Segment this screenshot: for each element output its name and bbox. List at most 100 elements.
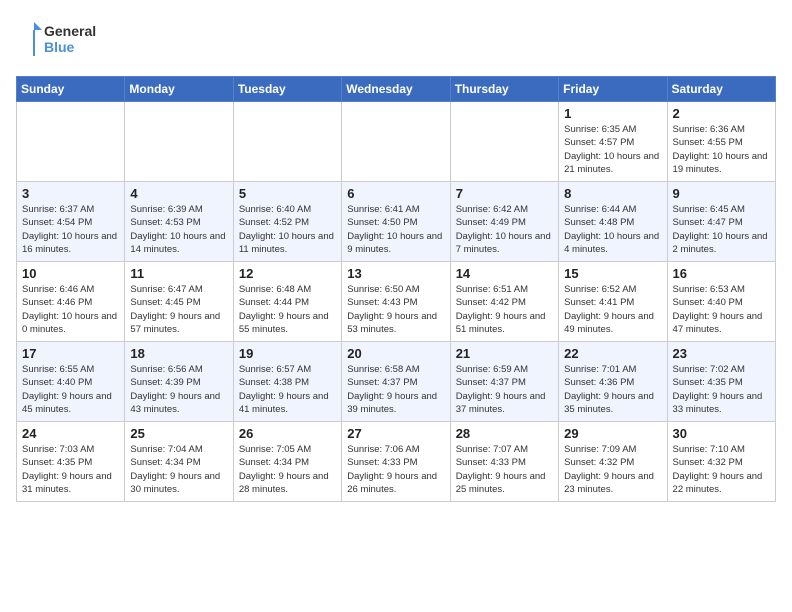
day-info: Sunrise: 6:56 AM Sunset: 4:39 PM Dayligh…	[130, 363, 227, 416]
weekday-header-cell: Tuesday	[233, 77, 341, 102]
day-info: Sunrise: 7:02 AM Sunset: 4:35 PM Dayligh…	[673, 363, 770, 416]
day-number: 30	[673, 426, 770, 441]
day-info: Sunrise: 6:40 AM Sunset: 4:52 PM Dayligh…	[239, 203, 336, 256]
weekday-header-cell: Sunday	[17, 77, 125, 102]
weekday-header-row: SundayMondayTuesdayWednesdayThursdayFrid…	[17, 77, 776, 102]
day-number: 3	[22, 186, 119, 201]
calendar-day-cell: 26 Sunrise: 7:05 AM Sunset: 4:34 PM Dayli…	[233, 422, 341, 502]
calendar-day-cell: 12 Sunrise: 6:48 AM Sunset: 4:44 PM Dayli…	[233, 262, 341, 342]
calendar-day-cell	[17, 102, 125, 182]
day-number: 17	[22, 346, 119, 361]
day-info: Sunrise: 6:39 AM Sunset: 4:53 PM Dayligh…	[130, 203, 227, 256]
day-number: 7	[456, 186, 553, 201]
day-number: 28	[456, 426, 553, 441]
calendar-day-cell: 15Sunrise: 6:52 AM Sunset: 4:41 PM Dayli…	[559, 262, 667, 342]
day-info: Sunrise: 6:48 AM Sunset: 4:44 PM Dayligh…	[239, 283, 336, 336]
calendar-week-row: 10Sunrise: 6:46 AM Sunset: 4:46 PM Dayli…	[17, 262, 776, 342]
day-number: 13	[347, 266, 444, 281]
day-number: 12	[239, 266, 336, 281]
calendar-day-cell: 18Sunrise: 6:56 AM Sunset: 4:39 PM Dayli…	[125, 342, 233, 422]
weekday-header-cell: Thursday	[450, 77, 558, 102]
day-info: Sunrise: 6:47 AM Sunset: 4:45 PM Dayligh…	[130, 283, 227, 336]
day-number: 10	[22, 266, 119, 281]
calendar-day-cell: 10Sunrise: 6:46 AM Sunset: 4:46 PM Dayli…	[17, 262, 125, 342]
day-info: Sunrise: 7:10 AM Sunset: 4:32 PM Dayligh…	[673, 443, 770, 496]
day-info: Sunrise: 6:57 AM Sunset: 4:38 PM Dayligh…	[239, 363, 336, 416]
day-number: 14	[456, 266, 553, 281]
day-number: 5	[239, 186, 336, 201]
calendar-day-cell: 7 Sunrise: 6:42 AM Sunset: 4:49 PM Daylig…	[450, 182, 558, 262]
weekday-header-cell: Wednesday	[342, 77, 450, 102]
day-info: Sunrise: 7:05 AM Sunset: 4:34 PM Dayligh…	[239, 443, 336, 496]
calendar-day-cell	[450, 102, 558, 182]
day-number: 20	[347, 346, 444, 361]
calendar-day-cell: 21 Sunrise: 6:59 AM Sunset: 4:37 PM Dayli…	[450, 342, 558, 422]
day-number: 22	[564, 346, 661, 361]
calendar-day-cell: 25Sunrise: 7:04 AM Sunset: 4:34 PM Dayli…	[125, 422, 233, 502]
day-info: Sunrise: 6:58 AM Sunset: 4:37 PM Dayligh…	[347, 363, 444, 416]
day-info: Sunrise: 7:03 AM Sunset: 4:35 PM Dayligh…	[22, 443, 119, 496]
calendar-day-cell: 20 Sunrise: 6:58 AM Sunset: 4:37 PM Dayli…	[342, 342, 450, 422]
calendar-table: SundayMondayTuesdayWednesdayThursdayFrid…	[16, 76, 776, 502]
calendar-day-cell: 6 Sunrise: 6:41 AM Sunset: 4:50 PM Daylig…	[342, 182, 450, 262]
calendar-day-cell: 27 Sunrise: 7:06 AM Sunset: 4:33 PM Dayli…	[342, 422, 450, 502]
weekday-header-cell: Monday	[125, 77, 233, 102]
calendar-day-cell: 5 Sunrise: 6:40 AM Sunset: 4:52 PM Daylig…	[233, 182, 341, 262]
calendar-day-cell	[342, 102, 450, 182]
calendar-day-cell: 1 Sunrise: 6:35 AM Sunset: 4:57 PM Daylig…	[559, 102, 667, 182]
calendar-day-cell: 17 Sunrise: 6:55 AM Sunset: 4:40 PM Dayli…	[17, 342, 125, 422]
calendar-day-cell: 23 Sunrise: 7:02 AM Sunset: 4:35 PM Dayli…	[667, 342, 775, 422]
calendar-day-cell: 16 Sunrise: 6:53 AM Sunset: 4:40 PM Dayli…	[667, 262, 775, 342]
calendar-day-cell: 29 Sunrise: 7:09 AM Sunset: 4:32 PM Dayli…	[559, 422, 667, 502]
calendar-week-row: 1 Sunrise: 6:35 AM Sunset: 4:57 PM Daylig…	[17, 102, 776, 182]
day-info: Sunrise: 7:04 AM Sunset: 4:34 PM Dayligh…	[130, 443, 227, 496]
day-info: Sunrise: 6:41 AM Sunset: 4:50 PM Dayligh…	[347, 203, 444, 256]
day-number: 6	[347, 186, 444, 201]
day-number: 29	[564, 426, 661, 441]
day-info: Sunrise: 7:07 AM Sunset: 4:33 PM Dayligh…	[456, 443, 553, 496]
day-number: 27	[347, 426, 444, 441]
calendar-day-cell: 14 Sunrise: 6:51 AM Sunset: 4:42 PM Dayli…	[450, 262, 558, 342]
day-number: 23	[673, 346, 770, 361]
svg-text:General: General	[44, 23, 96, 39]
day-number: 1	[564, 106, 661, 121]
day-info: Sunrise: 6:51 AM Sunset: 4:42 PM Dayligh…	[456, 283, 553, 336]
day-number: 16	[673, 266, 770, 281]
day-info: Sunrise: 6:52 AM Sunset: 4:41 PM Dayligh…	[564, 283, 661, 336]
weekday-header-cell: Saturday	[667, 77, 775, 102]
calendar-week-row: 17 Sunrise: 6:55 AM Sunset: 4:40 PM Dayli…	[17, 342, 776, 422]
calendar-week-row: 24Sunrise: 7:03 AM Sunset: 4:35 PM Dayli…	[17, 422, 776, 502]
weekday-header-cell: Friday	[559, 77, 667, 102]
calendar-day-cell: 11 Sunrise: 6:47 AM Sunset: 4:45 PM Dayli…	[125, 262, 233, 342]
day-number: 4	[130, 186, 227, 201]
calendar-day-cell: 24Sunrise: 7:03 AM Sunset: 4:35 PM Dayli…	[17, 422, 125, 502]
calendar-day-cell: 8 Sunrise: 6:44 AM Sunset: 4:48 PM Daylig…	[559, 182, 667, 262]
svg-text:Blue: Blue	[44, 39, 75, 55]
day-info: Sunrise: 6:55 AM Sunset: 4:40 PM Dayligh…	[22, 363, 119, 416]
day-number: 21	[456, 346, 553, 361]
day-info: Sunrise: 6:53 AM Sunset: 4:40 PM Dayligh…	[673, 283, 770, 336]
logo: General Blue	[16, 16, 116, 64]
day-info: Sunrise: 6:37 AM Sunset: 4:54 PM Dayligh…	[22, 203, 119, 256]
calendar-body: 1 Sunrise: 6:35 AM Sunset: 4:57 PM Daylig…	[17, 102, 776, 502]
calendar-day-cell	[233, 102, 341, 182]
day-info: Sunrise: 7:06 AM Sunset: 4:33 PM Dayligh…	[347, 443, 444, 496]
calendar-week-row: 3 Sunrise: 6:37 AM Sunset: 4:54 PM Daylig…	[17, 182, 776, 262]
calendar-day-cell: 28 Sunrise: 7:07 AM Sunset: 4:33 PM Dayli…	[450, 422, 558, 502]
day-info: Sunrise: 6:44 AM Sunset: 4:48 PM Dayligh…	[564, 203, 661, 256]
day-info: Sunrise: 6:35 AM Sunset: 4:57 PM Dayligh…	[564, 123, 661, 176]
day-info: Sunrise: 6:36 AM Sunset: 4:55 PM Dayligh…	[673, 123, 770, 176]
day-number: 9	[673, 186, 770, 201]
day-number: 8	[564, 186, 661, 201]
calendar-day-cell: 22Sunrise: 7:01 AM Sunset: 4:36 PM Dayli…	[559, 342, 667, 422]
day-info: Sunrise: 7:09 AM Sunset: 4:32 PM Dayligh…	[564, 443, 661, 496]
day-info: Sunrise: 6:59 AM Sunset: 4:37 PM Dayligh…	[456, 363, 553, 416]
day-number: 26	[239, 426, 336, 441]
logo-svg: General Blue	[16, 16, 116, 64]
calendar-day-cell: 4 Sunrise: 6:39 AM Sunset: 4:53 PM Daylig…	[125, 182, 233, 262]
calendar-day-cell	[125, 102, 233, 182]
day-number: 11	[130, 266, 227, 281]
page-header: General Blue	[16, 16, 776, 64]
day-info: Sunrise: 6:42 AM Sunset: 4:49 PM Dayligh…	[456, 203, 553, 256]
day-info: Sunrise: 6:45 AM Sunset: 4:47 PM Dayligh…	[673, 203, 770, 256]
